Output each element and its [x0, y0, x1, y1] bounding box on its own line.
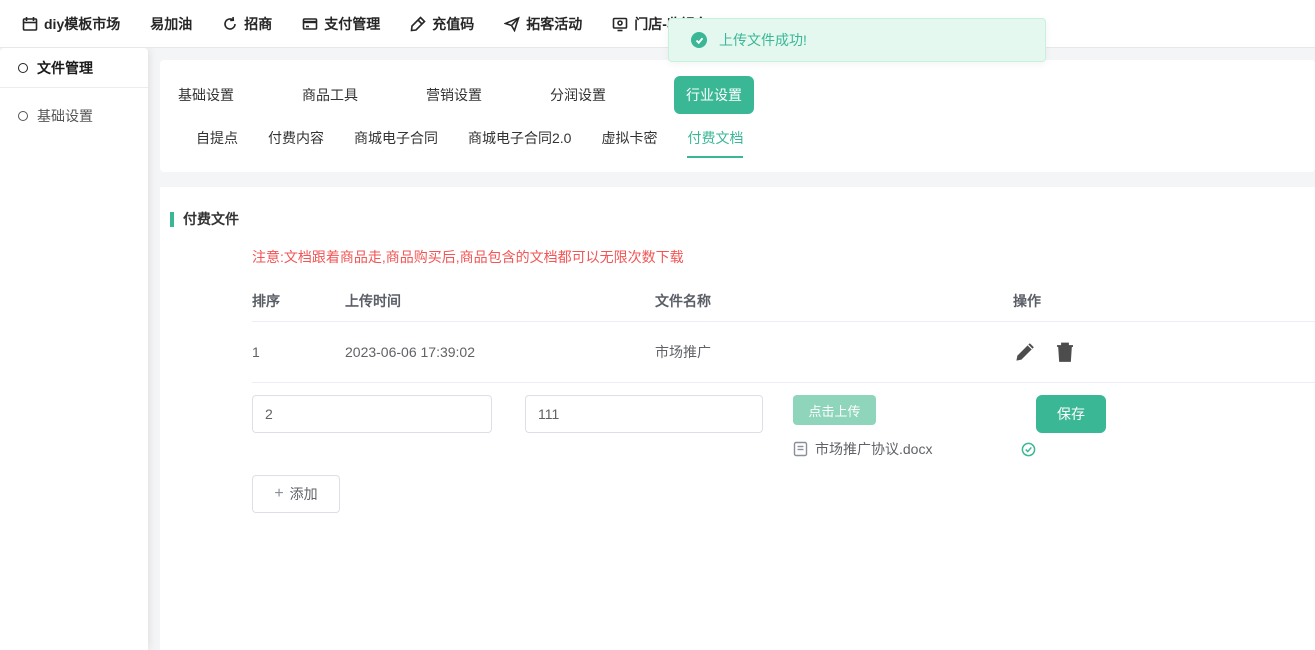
success-toast: 上传文件成功!	[668, 18, 1046, 62]
nav-label: 支付管理	[324, 14, 380, 34]
tab-profit-settings[interactable]: 分润设置	[550, 76, 674, 114]
sub-tabs: 自提点 付费内容 商城电子合同 商城电子合同2.0 虚拟卡密 付费文档	[160, 128, 1315, 158]
sidebar-item-label: 文件管理	[37, 58, 93, 78]
subtab-virtual-card[interactable]: 虚拟卡密	[601, 128, 657, 158]
files-table: 排序 上传时间 文件名称 操作	[252, 281, 1315, 321]
section-title: 付费文件	[183, 209, 239, 229]
subtab-mall-econtract[interactable]: 商城电子合同	[354, 128, 438, 158]
nav-item-recharge-code[interactable]: 充值码	[410, 14, 474, 34]
subtab-paid-content[interactable]: 付费内容	[268, 128, 324, 158]
nav-label: 招商	[244, 14, 272, 34]
card-icon	[302, 16, 318, 32]
subtab-mall-econtract-2[interactable]: 商城电子合同2.0	[468, 128, 571, 158]
plane-icon	[504, 16, 520, 32]
header-operations: 操作	[1013, 291, 1315, 311]
uploaded-file-name: 市场推广协议.docx	[815, 439, 1014, 459]
sidebar-item-label: 基础设置	[37, 106, 93, 126]
subtab-pickup-point[interactable]: 自提点	[196, 128, 238, 158]
toast-message: 上传文件成功!	[719, 30, 807, 50]
files-table-body: 1 2023-06-06 17:39:02 市场推广	[252, 322, 1315, 382]
file-name-input[interactable]	[525, 395, 763, 433]
sidebar-item-basic-settings[interactable]: 基础设置	[0, 96, 148, 136]
document-icon	[793, 441, 808, 457]
section-header: 付费文件	[160, 209, 1315, 229]
table-row: 1 2023-06-06 17:39:02 市场推广	[252, 322, 1315, 382]
new-file-form-row: 点击上传 市场推广协议.docx 保存	[252, 395, 1315, 459]
tab-label: 行业设置	[674, 76, 754, 114]
sidebar-item-file-management[interactable]: 文件管理	[0, 48, 148, 88]
success-check-icon	[691, 32, 707, 48]
tab-label: 分润设置	[550, 76, 606, 114]
uploaded-file-item[interactable]: 市场推广协议.docx	[793, 439, 1036, 459]
upload-button[interactable]: 点击上传	[793, 395, 876, 425]
tab-marketing-settings[interactable]: 营销设置	[426, 76, 550, 114]
sidebar: 文件管理 基础设置	[0, 48, 148, 650]
monitor-icon	[612, 16, 628, 32]
tab-industry-settings[interactable]: 行业设置	[674, 76, 798, 114]
upload-column: 点击上传 市场推广协议.docx	[793, 395, 1036, 459]
cell-sort: 1	[252, 344, 345, 360]
nav-item-payment-management[interactable]: 支付管理	[302, 14, 380, 34]
nav-label: 充值码	[432, 14, 474, 34]
upload-success-icon	[1021, 442, 1036, 457]
paid-files-panel: 付费文件 注意:文档跟着商品走,商品购买后,商品包含的文档都可以无限次数下载 排…	[160, 187, 1315, 650]
settings-tabs-card: 基础设置 商品工具 营销设置 分润设置 行业设置 自提点 付费内容 商城电子合同…	[160, 60, 1315, 172]
tab-label: 基础设置	[178, 76, 234, 114]
cell-operations	[1013, 340, 1315, 364]
recycle-icon	[222, 16, 238, 32]
sort-input[interactable]	[252, 395, 492, 433]
delete-trash-icon[interactable]	[1053, 340, 1077, 364]
main-tabs: 基础设置 商品工具 营销设置 分润设置 行业设置	[160, 60, 1315, 114]
tab-label: 营销设置	[426, 76, 482, 114]
calendar-icon	[22, 16, 38, 32]
subtab-paid-documents[interactable]: 付费文档	[687, 128, 743, 158]
table-header-row: 排序 上传时间 文件名称 操作	[252, 281, 1315, 321]
header-upload-time: 上传时间	[345, 291, 655, 311]
tab-basic-settings[interactable]: 基础设置	[178, 76, 302, 114]
nav-item-zhaoshang[interactable]: 招商	[222, 14, 272, 34]
circle-bullet-icon	[18, 63, 28, 73]
nav-label: diy模板市场	[44, 14, 120, 34]
header-sort: 排序	[252, 291, 345, 311]
tab-label: 商品工具	[302, 76, 358, 114]
cell-upload-time: 2023-06-06 17:39:02	[345, 344, 655, 360]
nav-label: 拓客活动	[526, 14, 582, 34]
nav-item-diy-template-market[interactable]: diy模板市场	[22, 14, 120, 34]
save-button[interactable]: 保存	[1036, 395, 1106, 433]
circle-bullet-icon	[18, 111, 28, 121]
nav-item-yijiayou[interactable]: 易加油	[150, 14, 192, 34]
plus-icon: +	[274, 485, 283, 503]
cell-file-name: 市场推广	[655, 342, 1013, 362]
divider	[252, 382, 1315, 383]
edit-pencil-icon[interactable]	[1013, 340, 1037, 364]
section-accent-bar	[170, 212, 174, 227]
add-button-label: 添加	[290, 484, 318, 504]
add-button[interactable]: + 添加	[252, 475, 340, 513]
ticket-icon	[410, 16, 426, 32]
tab-product-tools[interactable]: 商品工具	[302, 76, 426, 114]
nav-label: 易加油	[150, 14, 192, 34]
header-file-name: 文件名称	[655, 291, 1013, 311]
top-navigation: diy模板市场 易加油 招商 支付管理 充值码 拓客活动 门店-收银台	[0, 0, 1315, 48]
notice-text: 注意:文档跟着商品走,商品购买后,商品包含的文档都可以无限次数下载	[252, 247, 1315, 267]
nav-item-customer-activity[interactable]: 拓客活动	[504, 14, 582, 34]
